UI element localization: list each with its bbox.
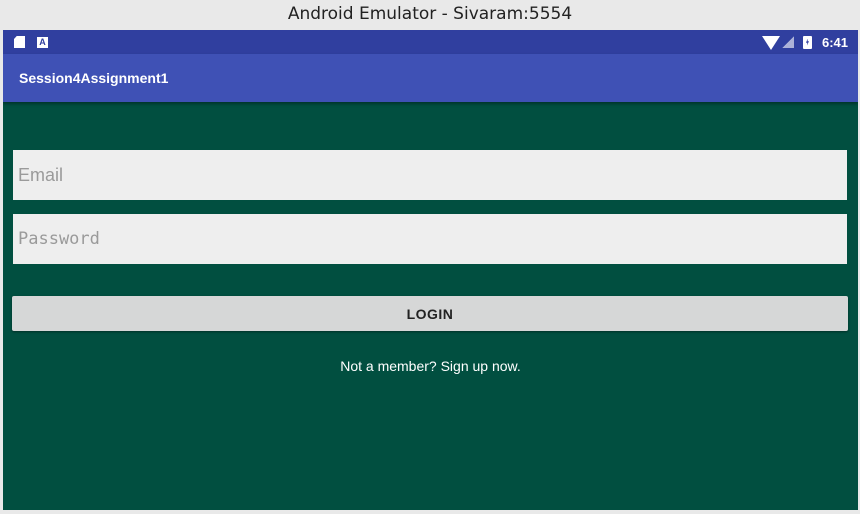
sd-card-icon <box>14 36 25 48</box>
battery-charging-icon <box>802 35 812 49</box>
login-button[interactable]: LOGIN <box>12 296 848 331</box>
email-field[interactable] <box>13 150 847 200</box>
emulator-window: Android Emulator - Sivaram:5554 A 6:41 S… <box>0 0 860 514</box>
device-screen: A 6:41 Session4Assignment1 LOGIN Not a m… <box>3 30 858 510</box>
signal-icon <box>781 36 794 48</box>
wifi-icon <box>761 35 780 50</box>
signup-link[interactable]: Not a member? Sign up now. <box>3 358 858 374</box>
password-field[interactable] <box>13 214 847 264</box>
a-notification-icon: A <box>37 36 48 48</box>
status-bar: A 6:41 <box>3 30 858 54</box>
app-bar: Session4Assignment1 <box>3 54 858 102</box>
window-title: Android Emulator - Sivaram:5554 <box>287 4 573 24</box>
app-title: Session4Assignment1 <box>19 70 169 86</box>
status-time: 6:41 <box>821 34 848 50</box>
